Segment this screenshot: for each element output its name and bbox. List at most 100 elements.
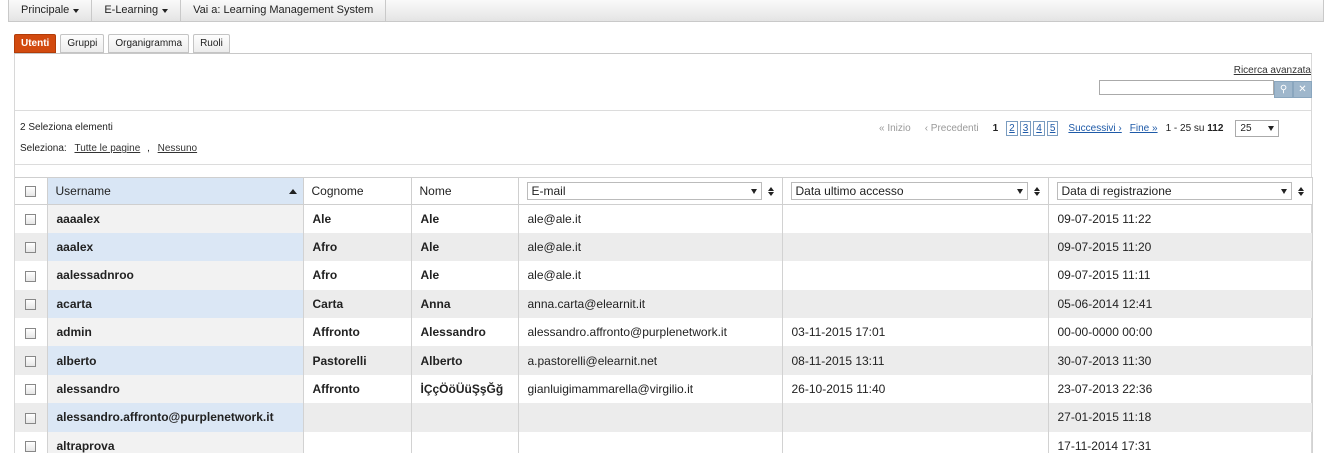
email-column-control: E-mail <box>526 182 774 200</box>
cell-nome <box>411 403 519 432</box>
cell-cognome: Pastorelli <box>303 346 412 375</box>
cell-last-access <box>782 431 1049 453</box>
cell-registration: 30-07-2013 11:30 <box>1048 346 1313 375</box>
menu-principale[interactable]: Principale <box>9 0 93 21</box>
select-all-pages-link[interactable]: Tutte le pagine <box>74 143 140 154</box>
table-row[interactable]: acarta Carta Anna anna.carta@elearnit.it 05-… <box>15 289 1313 319</box>
cell-username[interactable]: alberto <box>47 346 304 375</box>
cell-last-access <box>782 232 1049 262</box>
cell-nome: Ale <box>411 232 519 262</box>
selection-label: Seleziona: <box>20 143 67 154</box>
row-checkbox[interactable] <box>25 441 37 453</box>
cell-registration: 00-00-0000 00:00 <box>1048 318 1313 347</box>
per-page-value: 25 <box>1240 123 1252 134</box>
tab-gruppi[interactable]: Gruppi <box>60 34 105 53</box>
cell-username[interactable]: altraprova <box>47 431 304 453</box>
table-row[interactable]: aaalex Afro Ale ale@ale.it 09-07-2015 11:20 <box>15 232 1313 262</box>
search-icon[interactable]: ⚲ <box>1274 81 1293 98</box>
table-row[interactable]: aalessadnroo Afro Ale ale@ale.it 09-07-2015 … <box>15 261 1313 290</box>
users-table: Username Cognome Nome E-mail Data ultimo… <box>15 177 1313 453</box>
selection-separator: , <box>147 143 150 154</box>
email-column-label: E-mail <box>531 184 566 198</box>
pager-page-4[interactable]: 4 <box>1033 121 1045 136</box>
chevron-down-icon <box>73 8 80 13</box>
sort-toggle-icon[interactable] <box>1297 186 1304 196</box>
row-select-cell <box>15 374 48 404</box>
cell-username[interactable]: alessandro.affronto@purplenetwork.it <box>47 403 304 432</box>
column-header-cognome[interactable]: Cognome <box>303 177 412 205</box>
cell-last-access <box>782 204 1049 233</box>
cell-username[interactable]: acarta <box>47 289 304 319</box>
table-row[interactable]: aaaalex Ale Ale ale@ale.it 09-07-2015 11:22 <box>15 204 1313 233</box>
row-checkbox[interactable] <box>25 355 37 367</box>
cell-username[interactable]: aaalex <box>47 232 304 262</box>
row-checkbox[interactable] <box>25 384 37 396</box>
sort-toggle-icon[interactable] <box>1033 186 1040 196</box>
menu-elearning[interactable]: E-Learning <box>92 0 182 21</box>
row-checkbox[interactable] <box>25 270 37 282</box>
cell-nome: Alberto <box>411 346 519 375</box>
per-page-select[interactable]: 25 <box>1235 120 1280 137</box>
row-checkbox[interactable] <box>25 412 37 424</box>
cell-nome: İÇçÖöÜüŞşĞğ <box>411 374 519 404</box>
chevron-down-icon <box>1280 188 1287 194</box>
cell-email: anna.carta@elearnit.it <box>518 289 783 319</box>
row-checkbox[interactable] <box>25 327 37 339</box>
pager-page-5[interactable]: 5 <box>1046 121 1059 136</box>
pager-last-link[interactable]: Fine » <box>1130 123 1158 134</box>
table-row[interactable]: alessandro Affronto İÇçÖöÜüŞşĞğ gianluigima… <box>15 374 1313 404</box>
cell-username[interactable]: alessandro <box>47 374 304 404</box>
pager-next-link[interactable]: Successivi › <box>1068 123 1121 134</box>
row-select-cell <box>15 346 48 375</box>
cell-cognome <box>303 403 412 432</box>
chevron-down-icon <box>1016 188 1023 194</box>
cell-username[interactable]: admin <box>47 318 304 347</box>
select-all-checkbox[interactable] <box>25 186 37 198</box>
sort-toggle-icon[interactable] <box>767 186 774 196</box>
cell-registration: 17-11-2014 17:31 <box>1048 431 1313 453</box>
cell-nome: Ale <box>411 204 519 233</box>
pager-range-text: 1 - 25 su <box>1165 123 1205 134</box>
cell-nome <box>411 431 519 453</box>
email-column-select[interactable]: E-mail <box>526 182 762 200</box>
column-header-username-label: Username <box>55 184 111 198</box>
registration-column-select[interactable]: Data di registrazione <box>1056 182 1292 200</box>
cell-username[interactable]: aaaalex <box>47 204 304 233</box>
cell-cognome: Afro <box>303 232 412 262</box>
tab-ruoli[interactable]: Ruoli <box>193 34 230 53</box>
table-row[interactable]: alberto Pastorelli Alberto a.pastorelli@ele… <box>15 346 1313 375</box>
cell-username[interactable]: aalessadnroo <box>47 261 304 290</box>
sort-ascending-icon <box>288 189 297 194</box>
column-header-username[interactable]: Username <box>47 177 304 205</box>
clear-icon[interactable]: ✕ <box>1293 81 1312 98</box>
row-checkbox[interactable] <box>25 214 37 226</box>
table-row[interactable]: alessandro.affronto@purplenetwork.it 27-0… <box>15 403 1313 432</box>
pager-first: « Inizio <box>879 123 911 134</box>
select-none-link[interactable]: Nessuno <box>158 143 197 154</box>
tab-utenti[interactable]: Utenti <box>14 34 57 53</box>
menu-goto-lms[interactable]: Vai a: Learning Management System <box>181 0 387 21</box>
table-row[interactable]: admin Affronto Alessandro alessandro.affron… <box>15 318 1313 347</box>
tab-organigramma[interactable]: Organigramma <box>108 34 190 53</box>
menu-goto-lms-label: Vai a: Learning Management System <box>193 4 374 16</box>
pager-page-2[interactable]: 2 <box>1006 121 1018 136</box>
cell-last-access <box>782 289 1049 319</box>
row-checkbox[interactable] <box>25 299 37 311</box>
table-header-row: Username Cognome Nome E-mail Data ultimo… <box>15 177 1313 205</box>
cell-email: alessandro.affronto@purplenetwork.it <box>518 318 783 347</box>
pager-page-3[interactable]: 3 <box>1019 121 1032 136</box>
selection-count: 2 Seleziona elementi <box>20 122 113 133</box>
cell-registration: 09-07-2015 11:22 <box>1048 204 1313 233</box>
last-access-column-select[interactable]: Data ultimo accesso <box>790 182 1028 200</box>
table-row[interactable]: altraprova 17-11-2014 17:31 <box>15 431 1313 453</box>
menu-elearning-label: E-Learning <box>104 4 159 16</box>
cell-registration: 23-07-2013 22:36 <box>1048 374 1313 404</box>
cell-email: ale@ale.it <box>518 261 783 290</box>
last-access-column-label: Data ultimo accesso <box>795 184 904 198</box>
row-select-cell <box>15 318 48 347</box>
advanced-search-link[interactable]: Ricerca avanzata <box>1234 65 1311 76</box>
chevron-down-icon <box>162 8 169 13</box>
search-input[interactable] <box>1099 80 1274 95</box>
row-checkbox[interactable] <box>25 242 37 254</box>
column-header-nome[interactable]: Nome <box>411 177 519 205</box>
